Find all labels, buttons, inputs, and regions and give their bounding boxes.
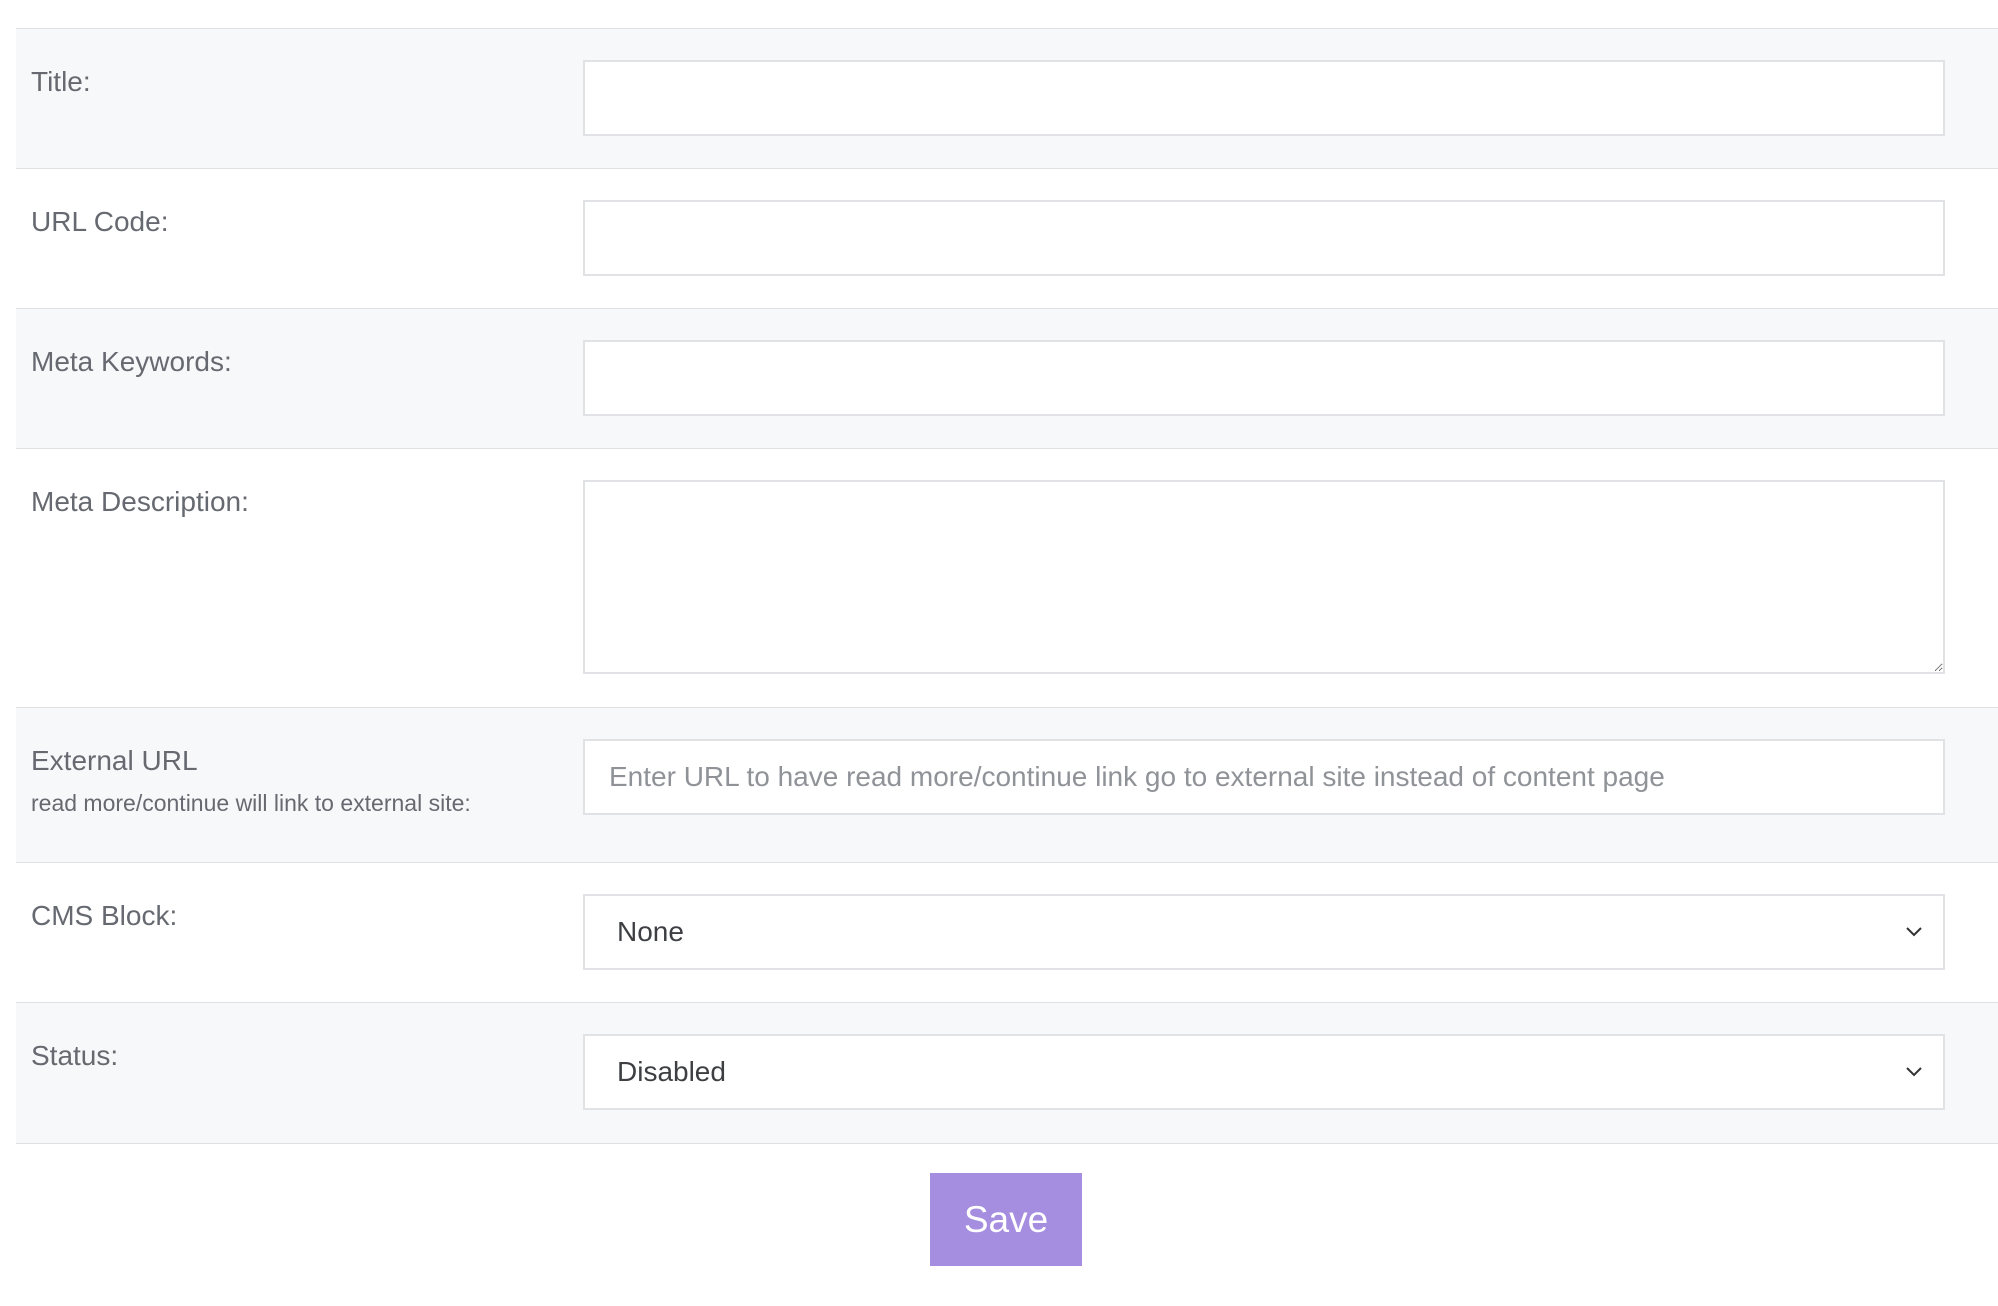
form-row-meta-description: Meta Description: [16, 449, 1998, 708]
chevron-down-icon [1906, 927, 1922, 937]
form-row-external-url: External URL read more/continue will lin… [16, 708, 1998, 863]
form-actions: Save [930, 1173, 1082, 1266]
url-code-input[interactable] [583, 200, 1945, 276]
form-row-meta-keywords: Meta Keywords: [16, 309, 1998, 449]
external-url-label: External URL read more/continue will lin… [31, 744, 471, 820]
cms-block-selected-value: None [617, 916, 684, 947]
cms-block-select[interactable]: None [583, 894, 1945, 970]
status-selected-value: Disabled [617, 1056, 726, 1087]
form-row-cms-block: CMS Block: None [16, 863, 1998, 1003]
form-row-url-code: URL Code: [16, 169, 1998, 309]
meta-keywords-label: Meta Keywords: [31, 346, 232, 377]
chevron-down-icon [1906, 1067, 1922, 1077]
form-row-title: Title: [16, 29, 1998, 169]
title-input[interactable] [583, 60, 1945, 136]
cms-block-label: CMS Block: [31, 900, 178, 931]
url-code-label: URL Code: [31, 206, 169, 237]
content-form: Title: URL Code: Meta Keywords: Meta Des… [16, 28, 1998, 1144]
external-url-sublabel: read more/continue will link to external… [31, 790, 471, 816]
meta-description-textarea[interactable] [583, 480, 1945, 674]
meta-description-label: Meta Description: [31, 486, 249, 517]
status-label: Status: [31, 1040, 119, 1071]
meta-keywords-input[interactable] [583, 340, 1945, 416]
external-url-input[interactable] [583, 739, 1945, 815]
status-select[interactable]: Disabled [583, 1034, 1945, 1110]
title-label: Title: [31, 66, 91, 97]
external-url-label-text: External URL [31, 745, 198, 776]
save-button[interactable]: Save [930, 1173, 1082, 1266]
form-row-status: Status: Disabled [16, 1003, 1998, 1144]
